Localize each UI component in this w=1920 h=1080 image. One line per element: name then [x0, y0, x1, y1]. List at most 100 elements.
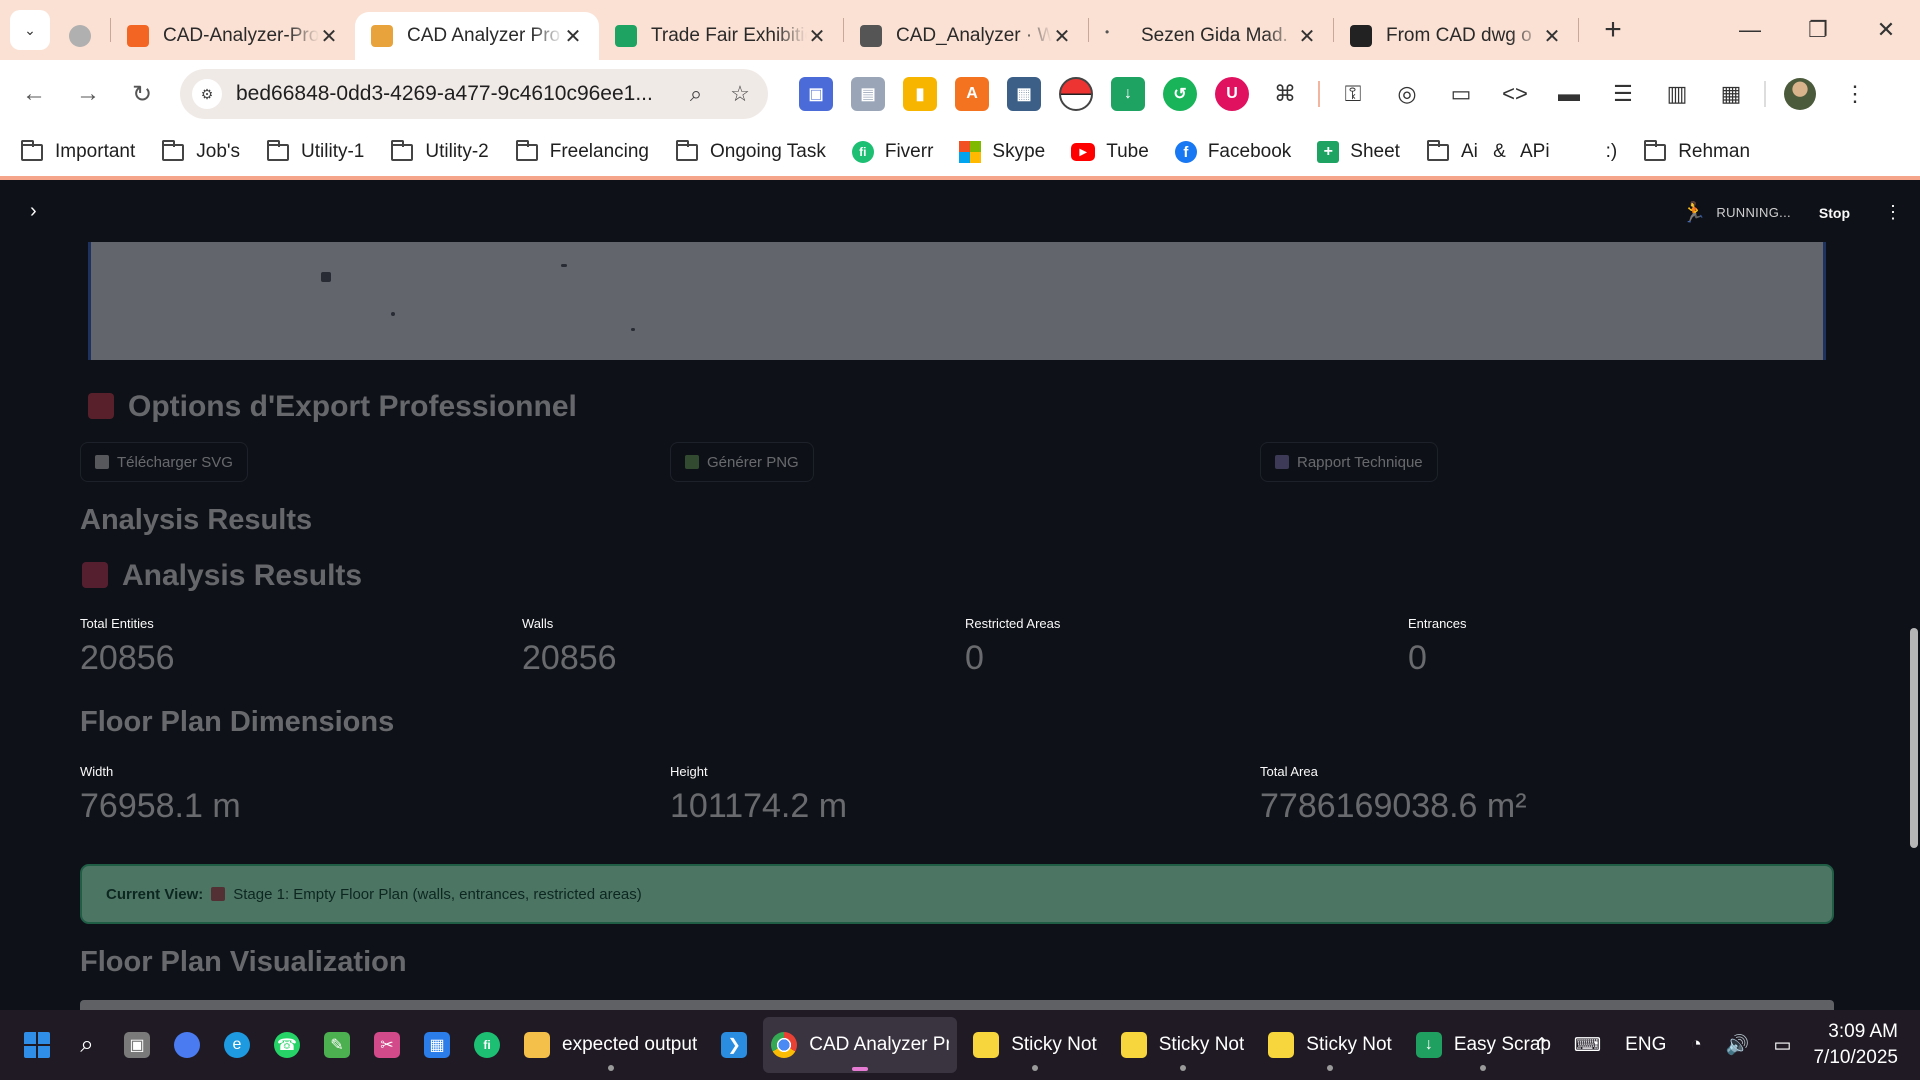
reload-button[interactable]: ↻: [122, 74, 162, 114]
close-icon[interactable]: ✕: [807, 24, 827, 49]
bookmark-fiverr[interactable]: fi Fiverr: [851, 141, 933, 163]
technical-report-button[interactable]: Rapport Technique: [1260, 442, 1438, 482]
extension-icon-9[interactable]: U: [1215, 77, 1249, 111]
extension-icon-8[interactable]: ↺: [1163, 77, 1197, 111]
bookmark-skype[interactable]: Skype: [959, 141, 1045, 163]
extension-icon-5[interactable]: ▦: [1007, 77, 1041, 111]
close-icon[interactable]: ✕: [1052, 24, 1072, 49]
taskbar-store[interactable]: ▦: [416, 1017, 458, 1073]
profile-avatar[interactable]: [1784, 78, 1816, 110]
bookmark-jobs[interactable]: Job's: [161, 139, 240, 163]
back-button[interactable]: ←: [14, 74, 54, 114]
side-panel-icon[interactable]: ▦: [1713, 76, 1749, 112]
windows-start-icon: [24, 1032, 50, 1058]
reader-mode-icon[interactable]: ▥: [1659, 76, 1695, 112]
bookmark-ongoing-task[interactable]: Ongoing Task: [675, 139, 826, 163]
language-indicator[interactable]: ENG: [1625, 1034, 1666, 1056]
taskbar-search-button[interactable]: ⌕: [66, 1017, 108, 1073]
floor-plan-visualization-heading: Floor Plan Visualization: [80, 946, 407, 978]
clock[interactable]: 3:09 AM 7/10/2025: [1813, 1019, 1898, 1071]
bookmark-tube[interactable]: ▶ Tube: [1071, 141, 1149, 163]
floor-plan-icon: [211, 887, 226, 901]
taskbar-fiverr[interactable]: fi: [466, 1017, 508, 1073]
new-tab-button[interactable]: +: [1595, 13, 1631, 47]
battery-icon[interactable]: ▭: [1774, 1034, 1792, 1057]
screenshot-icon[interactable]: ◎: [1389, 76, 1425, 112]
edge-icon: e: [224, 1032, 250, 1058]
zoom-icon[interactable]: ⌕: [680, 81, 712, 107]
tab-cad-analyzer-pro-replit[interactable]: CAD-Analyzer-Pro ✕: [111, 12, 355, 60]
tab-search-button[interactable]: ⌄: [10, 10, 50, 50]
minimize-button[interactable]: —: [1716, 0, 1784, 60]
tab-sezen-gida[interactable]: • Sezen Gida Mad. ✕: [1089, 12, 1333, 60]
button-label: Télécharger SVG: [117, 453, 233, 471]
taskbar-chrome[interactable]: CAD Analyzer Pr: [763, 1017, 958, 1073]
bookmark-ai-api[interactable]: Ai & APi: [1426, 139, 1550, 163]
bookmark-important[interactable]: Important: [20, 139, 135, 163]
metric-height: Height 101174.2 m: [670, 764, 847, 826]
close-icon[interactable]: ✕: [319, 24, 339, 49]
taskbar-notepad[interactable]: ✎: [316, 1017, 358, 1073]
bookmark-facebook[interactable]: f Facebook: [1174, 141, 1291, 163]
extension-icon-4[interactable]: A: [955, 77, 989, 111]
replit-icon: [127, 25, 149, 47]
taskbar-sticky-notes-3[interactable]: Sticky Not: [1260, 1017, 1400, 1073]
running-indicator: [1480, 1065, 1487, 1071]
address-bar[interactable]: ⚙ bed66848-0dd3-4269-a477-9c4610c96ee1..…: [180, 69, 768, 119]
floor-plan-plot[interactable]: [88, 242, 1826, 360]
page-scrollbar[interactable]: [1910, 628, 1918, 848]
tab-cad-analyzer-pro[interactable]: CAD Analyzer Pro ✕: [355, 12, 599, 60]
pokeball-icon[interactable]: [1059, 77, 1093, 111]
taskbar-whatsapp[interactable]: ☎: [266, 1017, 308, 1073]
taskbar-file-explorer[interactable]: expected output: [516, 1017, 705, 1073]
taskbar-vscode[interactable]: ❯: [713, 1017, 755, 1073]
stop-button[interactable]: Stop: [1819, 205, 1850, 221]
chevron-up-icon[interactable]: ⌃: [1534, 1034, 1550, 1057]
extension-icon-3[interactable]: ▮: [903, 77, 937, 111]
close-icon[interactable]: ✕: [1542, 24, 1562, 49]
bookmark-utility-1[interactable]: Utility-1: [266, 139, 364, 163]
forward-button[interactable]: →: [68, 74, 108, 114]
taskbar-sticky-notes-2[interactable]: Sticky Not: [1113, 1017, 1253, 1073]
metric-entrances: Entrances 0: [1408, 616, 1467, 678]
tab-cad-analyzer-w[interactable]: CAD_Analyzer · W ✕: [844, 12, 1088, 60]
close-icon[interactable]: ✕: [563, 24, 583, 49]
tab-from-cad-dwg[interactable]: From CAD dwg o ✕: [1334, 12, 1578, 60]
wifi-icon[interactable]: ◔: [1690, 1034, 1701, 1056]
extensions-puzzle-icon[interactable]: ⌘: [1267, 76, 1303, 112]
code-icon[interactable]: <>: [1497, 76, 1533, 112]
keyboard-icon[interactable]: ⌨: [1574, 1034, 1601, 1057]
bookmark-utility-2[interactable]: Utility-2: [390, 139, 489, 163]
bookmark-sheet[interactable]: + Sheet: [1317, 141, 1400, 163]
url-text[interactable]: bed66848-0dd3-4269-a477-9c4610c96ee1...: [236, 82, 668, 106]
extension-icon-1[interactable]: ▣: [799, 77, 833, 111]
taskbar-edge[interactable]: e: [216, 1017, 258, 1073]
taskbar-snipping-tool[interactable]: ✂: [366, 1017, 408, 1073]
task-view-button[interactable]: ▣: [116, 1017, 158, 1073]
volume-icon[interactable]: 🔊: [1726, 1033, 1750, 1057]
close-icon[interactable]: ✕: [1297, 24, 1317, 49]
reading-list-icon[interactable]: ☰: [1605, 76, 1641, 112]
extension-icon-7[interactable]: ↓: [1111, 77, 1145, 111]
restore-button[interactable]: ❐: [1784, 0, 1852, 60]
start-button[interactable]: [16, 1017, 58, 1073]
extension-icon-2[interactable]: ▤: [851, 77, 885, 111]
generate-png-button[interactable]: Générer PNG: [670, 442, 814, 482]
main-menu-icon[interactable]: ⋮: [1884, 202, 1902, 223]
bookmark-star-icon[interactable]: ☆: [724, 81, 756, 107]
key-icon[interactable]: ⚿: [1335, 76, 1371, 112]
chevron-right-icon[interactable]: ›: [30, 200, 54, 224]
close-window-button[interactable]: ✕: [1852, 0, 1920, 60]
tab-pinned[interactable]: [50, 12, 110, 60]
bookmark-rehman[interactable]: Rehman: [1643, 139, 1750, 163]
taskbar-sticky-notes-1[interactable]: Sticky Not: [965, 1017, 1105, 1073]
taskbar-copilot[interactable]: [166, 1017, 208, 1073]
kebab-menu-icon[interactable]: ⋮: [1837, 76, 1873, 112]
site-info-icon[interactable]: ⚙: [192, 79, 222, 109]
bookmark-smiley[interactable]: :): [1606, 141, 1618, 163]
bookmark-freelancing[interactable]: Freelancing: [515, 139, 649, 163]
tab-trade-fair[interactable]: Trade Fair Exhibition ✕: [599, 12, 843, 60]
devices-icon[interactable]: ▭: [1443, 76, 1479, 112]
card-icon[interactable]: ▬: [1551, 76, 1587, 112]
download-svg-button[interactable]: Télécharger SVG: [80, 442, 248, 482]
